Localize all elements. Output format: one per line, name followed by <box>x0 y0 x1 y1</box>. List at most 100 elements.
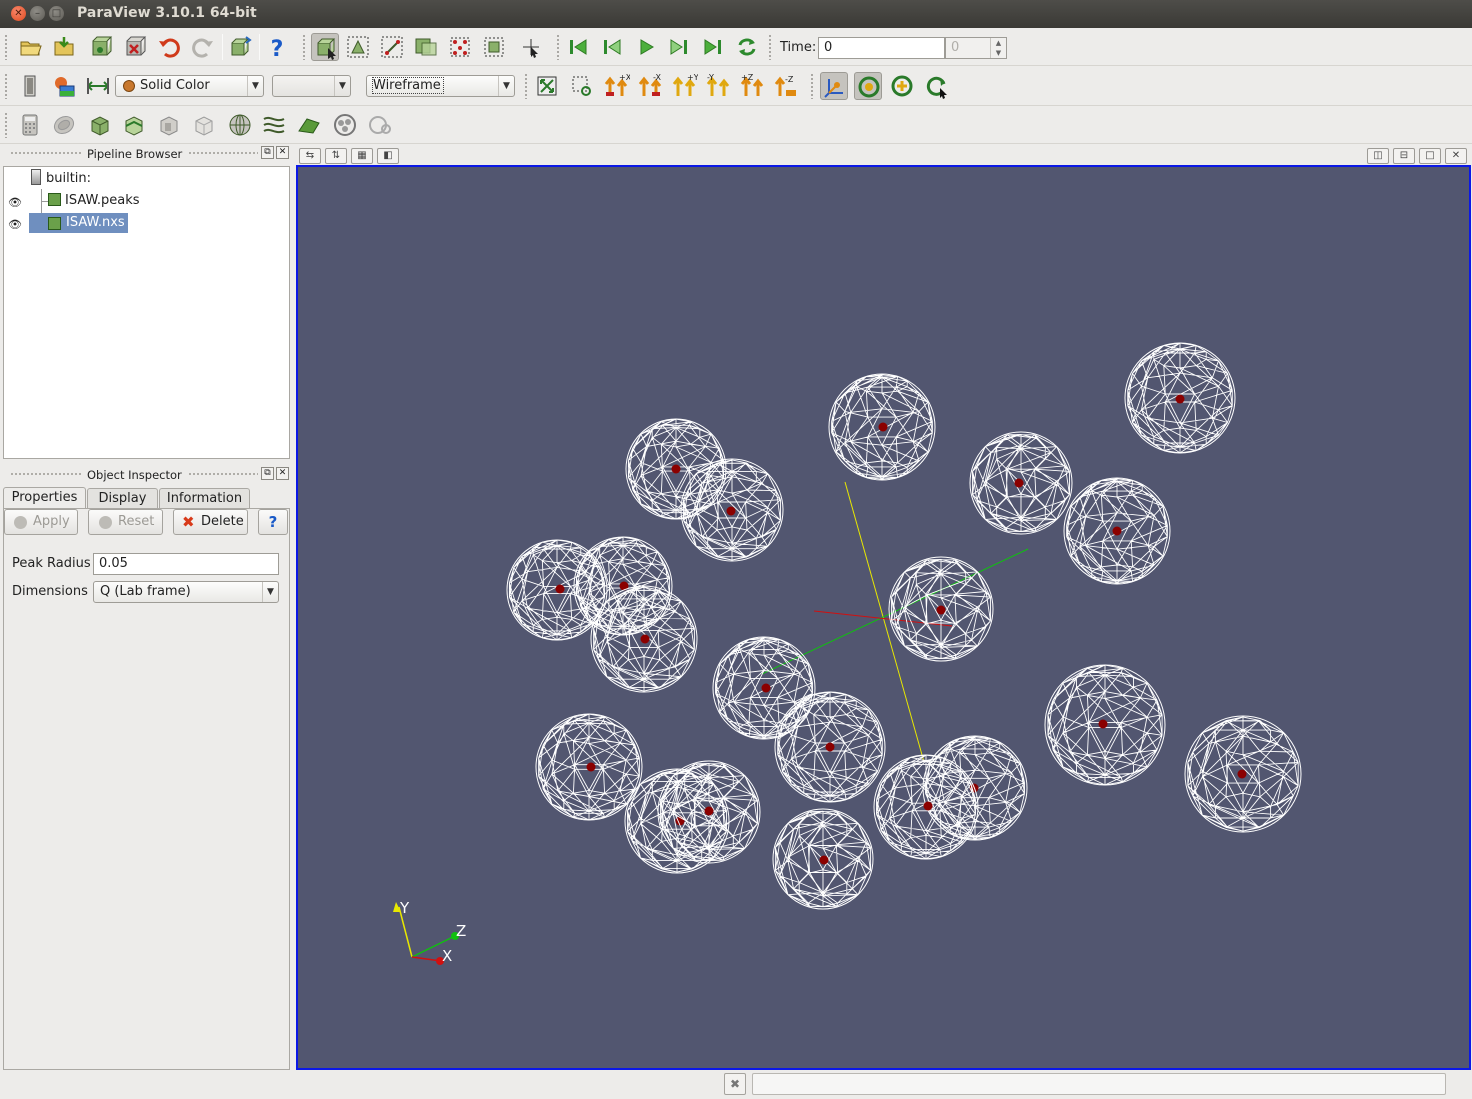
extract-level-filter-button[interactable] <box>366 111 394 139</box>
toolbar-grip[interactable] <box>768 34 772 60</box>
maximize-view-button[interactable]: □ <box>1419 148 1441 164</box>
split-view-horizontal-button[interactable]: ⇆ <box>299 148 321 164</box>
object-inspector-title-bar[interactable]: Object Inspector ⧉ ✕ <box>4 466 294 484</box>
close-view-button[interactable]: ✕ <box>1445 148 1467 164</box>
pipeline-browser-title-bar[interactable]: Pipeline Browser ⧉ ✕ <box>4 145 294 163</box>
reset-center-button[interactable] <box>888 72 916 100</box>
pick-center-button[interactable] <box>517 33 545 61</box>
reset-button[interactable]: Reset <box>88 509 163 535</box>
tree-root[interactable]: builtin: <box>31 169 91 189</box>
edit-color-map-button[interactable] <box>50 72 78 100</box>
spin-arrows-icon[interactable]: ▲ ▼ <box>990 38 1006 58</box>
pick-center-of-rotation-button[interactable] <box>922 72 950 100</box>
undock-button[interactable]: ⧉ <box>261 467 274 480</box>
pipeline-tree[interactable]: builtin: 👁 ISAW.peaks 👁 ISAW.nxs <box>3 166 290 459</box>
abort-button[interactable]: ✖ <box>724 1073 746 1095</box>
show-center-button[interactable] <box>854 72 882 100</box>
dimensions-select[interactable]: Q (Lab frame) ▼ <box>93 581 279 603</box>
color-component-select[interactable]: ▼ <box>272 75 351 97</box>
interact-mode-button[interactable] <box>311 33 339 61</box>
window-close-button[interactable]: ✕ <box>11 6 26 21</box>
representation-select[interactable]: Wireframe ▼ <box>366 75 515 97</box>
undo-button[interactable] <box>155 33 183 61</box>
camera-plus-y-button[interactable]: +Y <box>670 72 698 100</box>
window-maximize-button[interactable]: □ <box>49 6 64 21</box>
tab-information[interactable]: Information <box>159 488 250 509</box>
reset-camera-button[interactable] <box>533 72 561 100</box>
next-frame-button[interactable] <box>665 33 693 61</box>
group-datasets-filter-button[interactable] <box>331 111 359 139</box>
camera-minus-x-button[interactable]: -X <box>636 72 664 100</box>
threshold-filter-button[interactable] <box>155 111 183 139</box>
delete-button[interactable]: ✖ Delete <box>173 509 248 535</box>
camera-minus-z-button[interactable]: -Z <box>772 72 800 100</box>
help-button[interactable]: ? <box>258 509 288 535</box>
select-points-on-button[interactable] <box>378 33 406 61</box>
peak-center-marker <box>671 464 681 474</box>
toolbar-grip[interactable] <box>556 34 560 60</box>
tree-item-isaw-nxs[interactable]: ISAW.nxs <box>29 213 128 233</box>
color-by-select[interactable]: Solid Color ▼ <box>115 75 264 97</box>
toolbar-grip[interactable] <box>4 34 8 60</box>
toggle-color-legend-button[interactable] <box>16 72 44 100</box>
close-panel-button[interactable]: ✕ <box>276 146 289 159</box>
last-frame-button[interactable] <box>699 33 727 61</box>
help-button[interactable]: ? <box>263 33 291 61</box>
tab-display[interactable]: Display <box>87 488 158 509</box>
split-horizontal-button[interactable]: ◫ <box>1367 148 1389 164</box>
render-canvas[interactable]: Y Z X <box>298 167 1469 1068</box>
zoom-to-box-button[interactable] <box>568 72 596 100</box>
redo-button[interactable] <box>189 33 217 61</box>
disconnect-button[interactable] <box>120 33 148 61</box>
toolbar-grip[interactable] <box>4 112 8 138</box>
clip-filter-button[interactable] <box>86 111 114 139</box>
select-points-through-button[interactable] <box>446 33 474 61</box>
slice-filter-button[interactable] <box>120 111 148 139</box>
first-frame-button[interactable] <box>564 33 592 61</box>
close-panel-button[interactable]: ✕ <box>276 467 289 480</box>
contour-filter-button[interactable] <box>50 111 78 139</box>
undock-button[interactable]: ⧉ <box>261 146 274 159</box>
server-disconnect-icon <box>126 36 147 56</box>
save-state-button[interactable] <box>50 33 78 61</box>
loop-button[interactable] <box>733 33 761 61</box>
toolbar-grip[interactable] <box>810 73 814 99</box>
warp-vector-filter-button[interactable] <box>295 111 323 139</box>
calculator-filter-button[interactable] <box>16 111 44 139</box>
select-cells-through-button[interactable] <box>412 33 440 61</box>
tree-item-isaw-peaks[interactable]: ISAW.peaks <box>48 191 140 211</box>
camera-plus-z-button[interactable]: +Z <box>738 72 766 100</box>
orientation-label-y: Y <box>399 899 410 917</box>
eye-visible-icon[interactable]: 👁 <box>8 218 22 231</box>
glyph-filter-button[interactable] <box>226 111 254 139</box>
tab-properties[interactable]: Properties <box>3 487 86 509</box>
play-button[interactable] <box>632 33 660 61</box>
time-input[interactable]: 0 <box>818 37 945 59</box>
open-file-button[interactable] <box>16 33 44 61</box>
toolbar-grip[interactable] <box>4 73 8 99</box>
eye-visible-icon[interactable]: 👁 <box>8 196 22 209</box>
rescale-range-button[interactable] <box>84 72 112 100</box>
view-settings-button[interactable]: ▦ <box>351 148 373 164</box>
camera-undo-button[interactable]: ◧ <box>377 148 399 164</box>
select-block-button[interactable] <box>480 33 508 61</box>
connect-button[interactable] <box>86 33 114 61</box>
window-minimize-button[interactable]: – <box>30 6 45 21</box>
time-step-spinbox[interactable]: 0 ▲ ▼ <box>945 37 1007 59</box>
reset-session-button[interactable] <box>226 33 254 61</box>
apply-button[interactable]: Apply <box>4 509 78 535</box>
render-view[interactable]: Y Z X <box>296 165 1471 1070</box>
previous-frame-icon <box>604 39 621 55</box>
peak-radius-input[interactable]: 0.05 <box>93 553 279 575</box>
show-orientation-axes-button[interactable] <box>820 72 848 100</box>
extract-subset-filter-button[interactable] <box>190 111 218 139</box>
stream-tracer-filter-button[interactable] <box>260 111 288 139</box>
camera-plus-x-button[interactable]: +X <box>602 72 630 100</box>
split-vertical-button[interactable]: ⊟ <box>1393 148 1415 164</box>
toolbar-grip[interactable] <box>524 73 528 99</box>
view-button[interactable]: ⇅ <box>325 148 347 164</box>
camera-minus-y-button[interactable]: -Y <box>704 72 732 100</box>
toolbar-grip[interactable] <box>302 34 306 60</box>
previous-frame-button[interactable] <box>598 33 626 61</box>
select-cells-on-button[interactable] <box>344 33 372 61</box>
